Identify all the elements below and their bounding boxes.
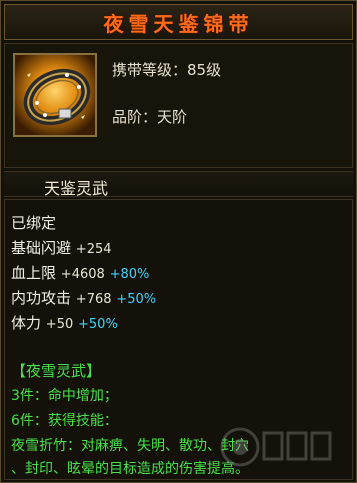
stat-label: 内功攻击 bbox=[11, 289, 72, 307]
set-bonus-line: 夜雪折竹：对麻痹、失明、散功、封穴 bbox=[11, 438, 249, 454]
stat-value: +254 bbox=[75, 242, 112, 257]
stat-row: 体力 +50 +50% bbox=[11, 312, 118, 333]
bound-status: 已绑定 bbox=[11, 214, 57, 232]
set-bonus-line: 、封印、眩晕的目标造成的伤害提高。 bbox=[11, 461, 249, 477]
stat-percent: +50% bbox=[116, 292, 157, 307]
item-tier: 品阶：天阶 bbox=[112, 108, 188, 126]
item-details: 已绑定 基础闪避 +254 血上限 +4608 +80% 内功攻击 +768 +… bbox=[4, 199, 353, 480]
stat-label: 血上限 bbox=[11, 264, 57, 282]
stat-row: 内功攻击 +768 +50% bbox=[11, 287, 156, 308]
set-bonus-line: 3件：命中增加； bbox=[11, 388, 118, 404]
stat-percent: +50% bbox=[78, 317, 118, 332]
set-name: 天鉴灵武 bbox=[44, 179, 109, 198]
title-bar: 夜雪天鉴锦带 bbox=[4, 4, 353, 40]
stat-row: 基础闪避 +254 bbox=[11, 237, 112, 258]
stat-percent: +80% bbox=[109, 267, 150, 282]
level-requirement: 携带等级：85级 bbox=[112, 61, 222, 79]
set-bonus-line: 6件：获得技能： bbox=[11, 413, 118, 429]
item-name: 夜雪天鉴锦带 bbox=[103, 11, 254, 36]
belt-icon bbox=[13, 53, 97, 137]
item-tooltip: 夜雪天鉴锦带 携带等级：85级 品阶：天阶 天鉴灵武 已绑定 基础闪避 +254… bbox=[0, 0, 357, 483]
stat-label: 体力 bbox=[11, 314, 42, 332]
stat-label: 基础闪避 bbox=[11, 239, 72, 257]
stat-value: +768 bbox=[75, 292, 112, 307]
logo-watermark bbox=[218, 419, 346, 475]
set-name-bar: 天鉴灵武 bbox=[4, 171, 353, 198]
stat-row: 血上限 +4608 +80% bbox=[11, 262, 149, 283]
stat-value: +50 bbox=[45, 317, 74, 332]
set-bonus-header: 【夜雪灵武】 bbox=[11, 362, 102, 380]
item-header: 携带等级：85级 品阶：天阶 bbox=[4, 43, 353, 168]
stat-value: +4608 bbox=[60, 267, 105, 282]
